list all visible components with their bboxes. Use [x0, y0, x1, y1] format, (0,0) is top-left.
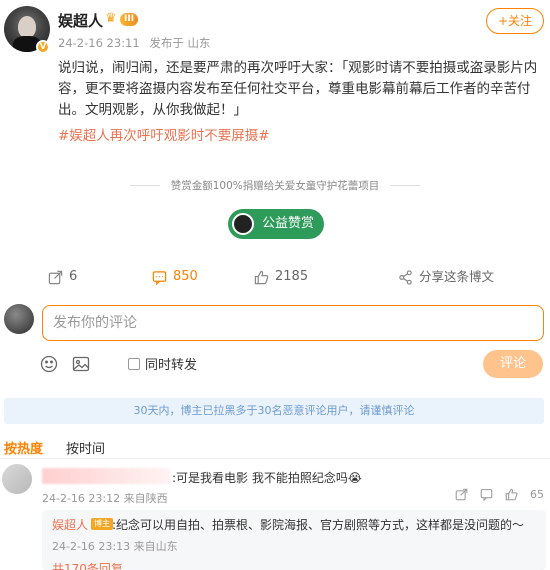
- commenter-name-redacted: [42, 468, 170, 484]
- comment-icon: [152, 270, 167, 285]
- more-replies-link[interactable]: 共170条回复: [52, 560, 123, 570]
- tab-sort-hot[interactable]: 按热度: [4, 438, 43, 457]
- current-user-avatar: [4, 304, 34, 334]
- reward-avatar: [232, 213, 254, 235]
- repost-checkbox-label: 同时转发: [145, 358, 198, 373]
- level-badge: III: [120, 13, 139, 26]
- reward-notice: 赞赏金额100%捐赠给关爱女童守护花蕾项目: [110, 178, 440, 192]
- comment-meta: 24-2-16 23:12 来自陕西: [42, 492, 168, 505]
- post-source: 发布于 山东: [149, 36, 211, 50]
- post-text: 说归说，闹归闹，还是要严肃的再次呼吁大家：「观影时请不要拍摄或盗录影片内容，更不…: [58, 60, 538, 118]
- emoji-icon[interactable]: [40, 355, 58, 373]
- comment-icon[interactable]: [480, 488, 493, 501]
- crown-icon: ♛: [105, 11, 117, 26]
- share-label: 分享这条博文: [419, 269, 495, 284]
- post-time[interactable]: 24-2-16 23:11: [58, 36, 140, 50]
- author-name[interactable]: 娱超人: [58, 10, 103, 31]
- post-hashtag[interactable]: #娱超人再次呼吁观影时不要屏摄#: [58, 124, 270, 144]
- repost-checkbox[interactable]: 同时转发: [128, 354, 197, 373]
- share-button[interactable]: 分享这条博文: [398, 262, 494, 292]
- reply-author[interactable]: 娱超人: [52, 516, 88, 533]
- share-icon: [399, 269, 412, 285]
- follow-button[interactable]: +关注: [486, 8, 544, 34]
- commenter-avatar[interactable]: [2, 464, 32, 494]
- reply-meta: 24-2-16 23:13 来自山东: [52, 540, 178, 553]
- like-icon[interactable]: [505, 488, 518, 501]
- block-notice: 30天内，博主已拉黑多于30名恶意评论用户，请谨慎评论: [4, 398, 544, 424]
- checkbox-icon[interactable]: [128, 357, 140, 370]
- reply-text: :纪念可以用自拍、拍票根、影院海报、官方剧照等方式，这样都是没问题的～: [112, 518, 525, 532]
- image-icon[interactable]: [72, 355, 90, 373]
- comment-button[interactable]: 850: [152, 262, 198, 292]
- like-button[interactable]: 2185: [254, 262, 308, 292]
- reward-button-label: 公益赞赏: [262, 216, 315, 231]
- like-count: 2185: [275, 269, 309, 284]
- submit-comment-button[interactable]: 评论: [483, 350, 543, 378]
- repost-button[interactable]: 6: [48, 262, 77, 292]
- composer-tools: [40, 352, 90, 376]
- comment-text: :可是我看电影 我不能拍照纪念吗😭: [172, 471, 362, 485]
- verified-badge-icon: V: [36, 40, 50, 54]
- repost-icon[interactable]: [455, 488, 468, 501]
- tab-sort-time[interactable]: 按时间: [66, 438, 105, 457]
- comment-count: 850: [173, 269, 198, 284]
- reward-button[interactable]: 公益赞赏: [228, 209, 324, 239]
- comment-input[interactable]: 发布你的评论: [42, 305, 544, 341]
- comment-like-count: 65: [530, 488, 544, 501]
- repost-icon: [48, 270, 63, 284]
- action-bar: 6 850 2185 分享这条博文: [0, 262, 550, 292]
- like-icon: [254, 270, 269, 284]
- repost-count: 6: [69, 269, 78, 284]
- divider: [0, 458, 550, 459]
- post-meta: 24-2-16 23:11 发布于 山东: [58, 35, 217, 51]
- author-badge: 博主: [91, 518, 113, 530]
- reply-box: 娱超人 博主 :纪念可以用自拍、拍票根、影院海报、官方剧照等方式，这样都是没问题…: [42, 510, 546, 570]
- comment-actions: 65: [455, 488, 544, 501]
